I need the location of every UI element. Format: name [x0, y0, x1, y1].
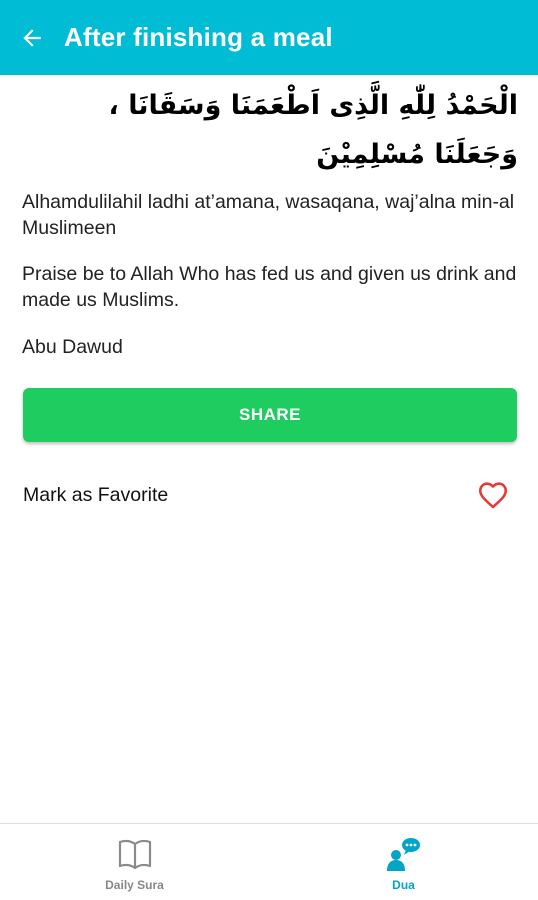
nav-item-daily-sura[interactable]: Daily Sura — [0, 824, 269, 900]
praying-person-icon — [386, 838, 420, 871]
share-button-label: SHARE — [238, 405, 301, 424]
back-button[interactable] — [0, 0, 64, 75]
app-bar: After finishing a meal — [0, 0, 538, 75]
dua-content: الْحَمْدُ لِلّٰهِ الَّذِى اَطْعَمَنَا وَ… — [22, 75, 518, 360]
bottom-navigation: Daily Sura Dua — [0, 823, 538, 900]
favorite-row[interactable]: Mark as Favorite — [23, 470, 517, 520]
favorite-toggle[interactable] — [475, 477, 511, 513]
nav-label-daily-sura: Daily Sura — [105, 878, 164, 892]
arabic-text: الْحَمْدُ لِلّٰهِ الَّذِى اَطْعَمَنَا وَ… — [108, 90, 518, 170]
nav-label-dua: Dua — [392, 878, 415, 892]
nav-item-dua[interactable]: Dua — [269, 824, 538, 900]
transliteration-text: Alhamdulilahil ladhi at’amana, wasaqana,… — [22, 191, 515, 239]
source-text: Abu Dawud — [22, 336, 123, 358]
page-title: After finishing a meal — [64, 22, 333, 52]
share-button[interactable]: SHARE — [23, 388, 517, 442]
book-icon — [118, 839, 151, 870]
heart-outline-icon — [478, 482, 508, 509]
arrow-left-icon — [23, 28, 41, 47]
translation-text: Praise be to Allah Who has fed us and gi… — [22, 263, 517, 311]
favorite-label: Mark as Favorite — [23, 483, 169, 506]
